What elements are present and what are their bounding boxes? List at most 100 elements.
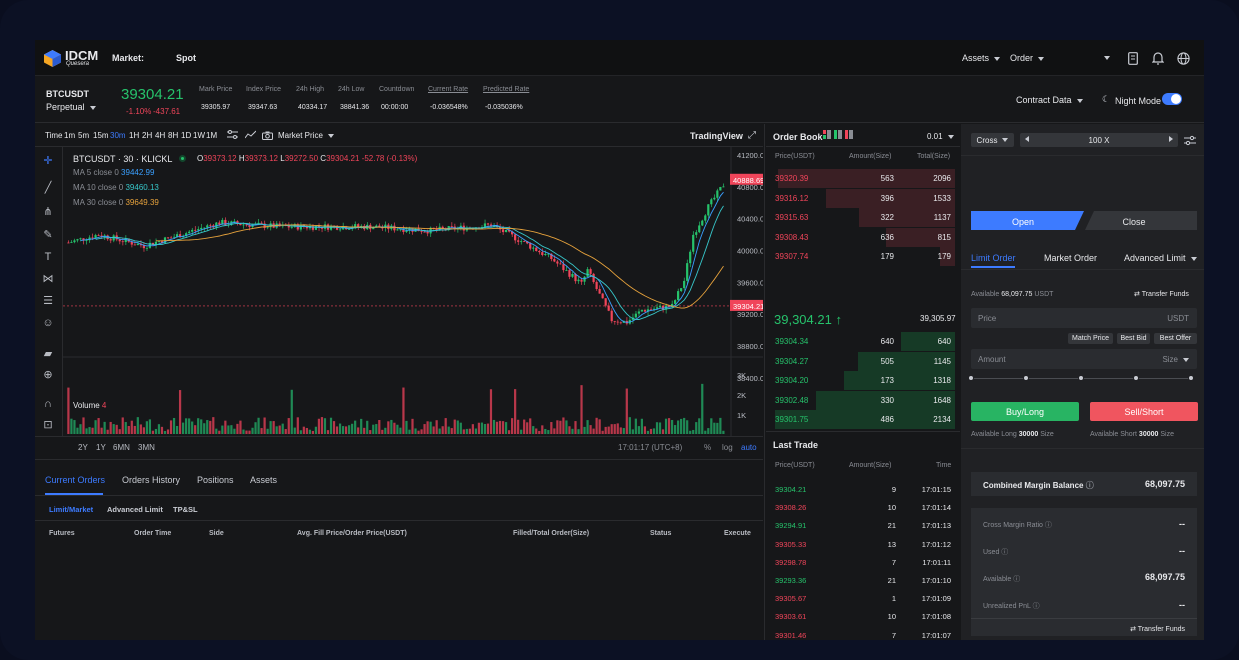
orders-subtab-2[interactable]: TP&SL <box>173 505 198 514</box>
orders-tab-1[interactable]: Orders History <box>122 475 180 485</box>
scale-percent[interactable]: % <box>704 443 711 452</box>
book-bids-icon[interactable] <box>834 130 842 142</box>
margin-mode-dropdown[interactable]: Cross <box>971 133 1014 147</box>
slider-step-3[interactable] <box>1133 375 1139 381</box>
candlestick-chart[interactable]: 41200.0040800.0040400.0040000.0039600.00… <box>63 147 763 458</box>
contract-data-dropdown[interactable]: Contract Data <box>1016 95 1083 105</box>
slider-step-0[interactable] <box>968 375 974 381</box>
leverage-selector[interactable]: 100 X <box>1020 133 1178 147</box>
interval-4H[interactable]: 4H <box>155 131 165 140</box>
orders-tab-2[interactable]: Positions <box>197 475 234 485</box>
lock-icon[interactable]: ⊡ <box>41 418 55 432</box>
zoom-in-icon[interactable]: ⊕ <box>41 368 55 382</box>
ask-row[interactable]: 39316.12 396 1533 <box>766 188 960 208</box>
bell-icon[interactable] <box>1151 50 1165 66</box>
range-2Y[interactable]: 2Y <box>78 443 88 452</box>
orders-subtab-1[interactable]: Advanced Limit <box>107 505 163 514</box>
interval-1W[interactable]: 1W <box>193 131 205 140</box>
bid-row[interactable]: 39304.34 640 640 <box>766 332 960 351</box>
orders-subtab-0[interactable]: Limit/Market <box>49 505 93 514</box>
ruler-icon[interactable]: ▰ <box>41 347 55 361</box>
amount-input[interactable]: Amount Size <box>971 349 1197 369</box>
open-tab[interactable]: Open <box>971 217 1075 227</box>
range-1Y[interactable]: 1Y <box>96 443 106 452</box>
text-icon[interactable]: T <box>41 250 55 264</box>
interval-5m[interactable]: 5m <box>78 131 89 140</box>
sell-short-button[interactable]: Sell/Short <box>1090 402 1198 421</box>
interval-1D[interactable]: 1D <box>181 131 191 140</box>
volume-bar <box>88 427 91 434</box>
globe-icon[interactable] <box>1176 50 1190 66</box>
settings-sliders-icon[interactable] <box>226 129 238 141</box>
interval-1H[interactable]: 1H <box>129 131 139 140</box>
nav-order[interactable]: Order <box>1010 53 1044 63</box>
close-tab[interactable]: Close <box>1081 217 1187 227</box>
volume-bar <box>649 428 653 434</box>
bid-row[interactable]: 39304.20 173 1318 <box>766 371 960 390</box>
interval-8H[interactable]: 8H <box>168 131 178 140</box>
magnet-icon[interactable]: ∩ <box>41 397 55 411</box>
fib-icon[interactable]: ☰ <box>41 294 55 308</box>
price-type-dropdown[interactable]: Market Price <box>278 131 334 140</box>
pattern-icon[interactable]: ⋈ <box>41 272 55 286</box>
brush-icon[interactable]: ✎ <box>41 228 55 242</box>
tab-market-order[interactable]: Market Order <box>1044 253 1097 263</box>
ask-row[interactable]: 39320.39 563 2096 <box>766 169 960 188</box>
night-mode-toggle[interactable] <box>1162 93 1182 105</box>
document-icon[interactable] <box>1126 50 1140 66</box>
camera-icon[interactable] <box>261 129 273 141</box>
match-price-button[interactable]: Match Price <box>1068 333 1113 344</box>
book-asks-icon[interactable] <box>845 130 853 142</box>
book-both-icon[interactable] <box>823 130 831 142</box>
tab-advanced-limit[interactable]: Advanced Limit <box>1124 253 1197 263</box>
trend-line-icon[interactable]: ╱ <box>41 181 55 195</box>
best-bid-button[interactable]: Best Bid <box>1117 333 1150 344</box>
best-offer-button[interactable]: Best Offer <box>1154 333 1197 344</box>
ask-row[interactable]: 39315.63 322 1137 <box>766 208 960 227</box>
crosshair-icon[interactable]: ✛ <box>41 154 55 168</box>
ticker-type[interactable]: Perpetual <box>46 102 96 112</box>
transfer-funds-link[interactable]: ⇄ Transfer Funds <box>1134 290 1189 298</box>
range-3MN[interactable]: 3MN <box>138 443 155 452</box>
nav-assets[interactable]: Assets <box>962 53 1000 63</box>
scale-log[interactable]: log <box>722 443 733 452</box>
orders-tab-0[interactable]: Current Orders <box>45 475 105 485</box>
slider-step-2[interactable] <box>1078 375 1084 381</box>
transfer-funds-link-2[interactable]: ⇄ Transfer Funds <box>1130 625 1185 633</box>
emoji-icon[interactable]: ☺ <box>41 316 55 330</box>
volume-bar <box>172 417 176 434</box>
interval-30m[interactable]: 30m <box>110 131 126 140</box>
ask-row[interactable]: 39308.43 636 815 <box>766 227 960 247</box>
bid-row[interactable]: 39304.27 505 1145 <box>766 351 960 371</box>
leverage-increase-icon[interactable] <box>1169 136 1173 142</box>
nav-market[interactable]: Market: <box>112 53 144 63</box>
interval-1M[interactable]: 1M <box>206 131 217 140</box>
orders-tab-3[interactable]: Assets <box>250 475 277 485</box>
range-6MN[interactable]: 6MN <box>113 443 130 452</box>
bid-row[interactable]: 39301.75 486 2134 <box>766 410 960 429</box>
scale-auto[interactable]: auto <box>741 443 757 452</box>
bid-row[interactable]: 39302.48 330 1648 <box>766 390 960 410</box>
volume-bar <box>462 429 465 434</box>
row-total: 1137 <box>933 213 951 222</box>
leverage-decrease-icon[interactable] <box>1025 136 1029 142</box>
slider-step-4[interactable] <box>1188 375 1194 381</box>
ask-row[interactable]: 39307.74 179 179 <box>766 247 960 266</box>
precision-dropdown[interactable]: 0.01 <box>927 132 954 141</box>
ticker-symbol[interactable]: BTCUSDT <box>46 89 89 99</box>
interval-2H[interactable]: 2H <box>142 131 152 140</box>
price-input[interactable]: Price USDT <box>971 308 1197 328</box>
fullscreen-icon[interactable]: ⤢ <box>746 129 758 141</box>
slider-step-1[interactable] <box>1023 375 1029 381</box>
nav-spot[interactable]: Spot <box>176 53 196 63</box>
fork-icon[interactable]: ⋔ <box>41 205 55 219</box>
filter-settings-icon[interactable] <box>1183 133 1197 147</box>
buy-long-button[interactable]: Buy/Long <box>971 402 1079 421</box>
chevron-down-icon[interactable] <box>1104 56 1110 60</box>
interval-15m[interactable]: 15m <box>93 131 109 140</box>
tradingview-label[interactable]: TradingView <box>690 131 743 141</box>
indicator-icon[interactable] <box>244 129 256 141</box>
idcm-logo-icon[interactable] <box>44 50 61 67</box>
interval-1m[interactable]: 1m <box>64 131 75 140</box>
tab-limit-order[interactable]: Limit Order <box>971 253 1016 263</box>
